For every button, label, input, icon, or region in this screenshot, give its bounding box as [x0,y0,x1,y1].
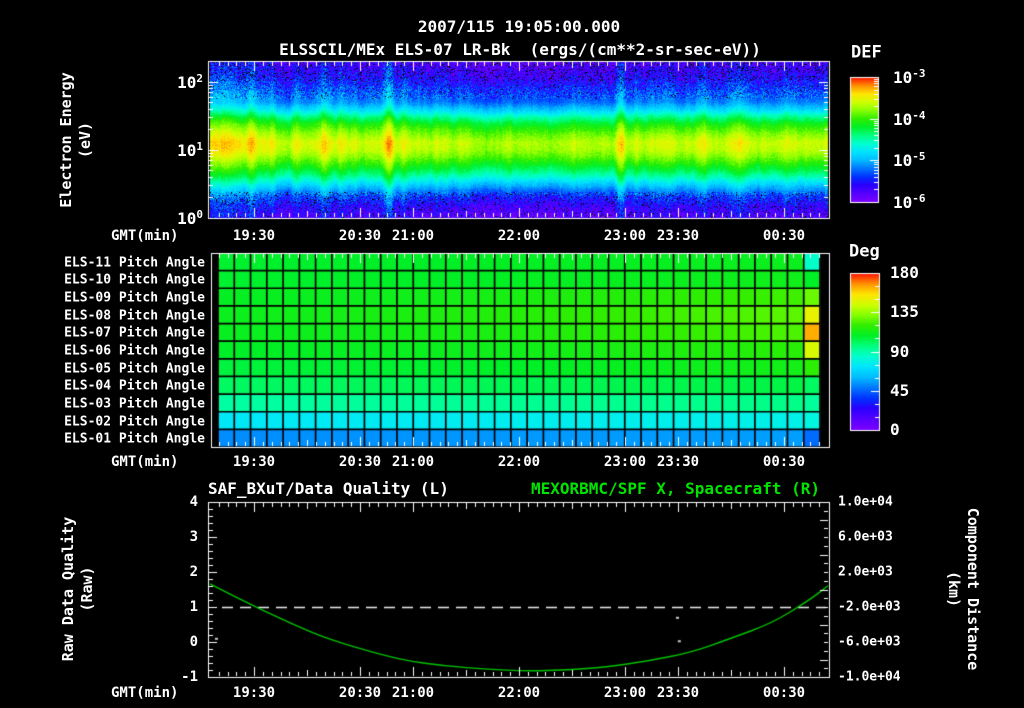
pitch-row-label: ELS-04 Pitch Angle [64,378,205,394]
pitch-row-label: ELS-02 Pitch Angle [64,414,205,430]
time-tick-label-top: 20:30 [338,228,382,244]
raw-quality-tick-label: 3 [189,529,198,545]
bottom-left-series-title: SAF_BXuT/Data Quality (L) [208,479,449,498]
spectrogram-y-axis-label-line1: Electron Energy [57,72,75,208]
raw-quality-tick-label: 1 [189,599,198,615]
spectrogram-ytick-label: 100 [177,207,203,229]
time-tick-label-middle: 00:30 [762,454,806,470]
header-datetime: 2007/115 19:05:00.000 [417,17,621,36]
component-distance-label-line1: Component Distance [964,507,982,671]
time-tick-label-bottom: 22:00 [497,685,541,701]
spectrogram-ytick-label: 101 [177,139,203,161]
time-tick-label-middle: 23:00 [603,454,647,470]
distance-tick-label: 6.0e+03 [838,529,893,545]
distance-tick-label: 2.0e+03 [838,564,893,580]
time-tick-label-top: 23:30 [656,228,700,244]
gmt-axis-label-middle: GMT(min) [111,454,179,470]
time-tick-label-middle: 20:30 [338,454,382,470]
spectrogram-y-axis-label-line2: (eV) [76,121,94,159]
deg-colorbar-tick-label: 90 [890,342,910,361]
bottom-right-series-title: MEXORBMC/SPF X, Spacecraft (R) [531,479,820,498]
deg-colorbar-tick-label: 45 [890,381,910,400]
gmt-axis-label-top: GMT(min) [111,228,179,244]
time-tick-label-middle: 22:00 [497,454,541,470]
raw-quality-label-line1: Raw Data Quality [59,516,77,662]
spectrogram-ytick-label: 102 [177,71,203,93]
time-tick-label-bottom: 19:30 [232,685,276,701]
distance-tick-label: -2.0e+03 [838,599,901,615]
pitch-row-label: ELS-09 Pitch Angle [64,290,205,306]
raw-quality-y-axis-label: Raw Data Quality (Raw) [59,517,97,662]
component-distance-y-axis-label: Component Distance (km) [944,508,982,671]
time-tick-label-middle: 21:00 [391,454,435,470]
def-colorbar-tick-label: 10-4 [893,108,926,130]
deg-colorbar-tick-label: 180 [890,263,919,282]
time-tick-label-bottom: 21:00 [391,685,435,701]
raw-quality-tick-label: 4 [189,494,198,510]
time-tick-label-middle: 19:30 [232,454,276,470]
deg-colorbar-tick-label: 135 [890,302,919,321]
time-tick-label-top: 00:30 [762,228,806,244]
pitch-row-label: ELS-07 Pitch Angle [64,325,205,341]
pitch-row-label: ELS-10 Pitch Angle [64,272,205,288]
time-tick-label-top: 19:30 [232,228,276,244]
els-science-display: 2007/115 19:05:00.000 ELSSCIL/MEx ELS-07… [0,0,1024,708]
def-colorbar-tick-label: 10-6 [893,191,926,213]
time-tick-label-top: 21:00 [391,228,435,244]
time-tick-label-bottom: 23:30 [656,685,700,701]
time-tick-label-top: 22:00 [497,228,541,244]
gmt-axis-label-bottom: GMT(min) [111,685,179,701]
time-tick-label-bottom: 20:30 [338,685,382,701]
deg-colorbar-title: Deg [849,241,880,262]
time-tick-label-middle: 23:30 [656,454,700,470]
deg-colorbar-tick-label: 0 [890,420,900,439]
raw-quality-tick-label: 0 [189,634,198,650]
spectrogram-y-axis-label: Electron Energy (eV) [57,72,95,207]
pitch-row-label: ELS-08 Pitch Angle [64,308,205,324]
pitch-row-label: ELS-06 Pitch Angle [64,343,205,359]
def-colorbar-title: DEF [851,42,882,63]
distance-tick-label: 1.0e+04 [838,494,893,510]
time-tick-label-bottom: 23:00 [603,685,647,701]
pitch-row-label: ELS-03 Pitch Angle [64,396,205,412]
component-distance-label-line2: (km) [945,570,963,608]
header-instrument-title: ELSSCIL/MEx ELS-07 LR-Bk (ergs/(cm**2-sr… [279,40,761,59]
pitch-row-label: ELS-05 Pitch Angle [64,361,205,377]
time-tick-label-top: 23:00 [603,228,647,244]
raw-quality-tick-label: 2 [189,564,198,580]
pitch-row-label: ELS-01 Pitch Angle [64,431,205,447]
def-colorbar-tick-label: 10-5 [893,149,926,171]
time-tick-label-bottom: 00:30 [762,685,806,701]
pitch-row-label: ELS-11 Pitch Angle [64,255,205,271]
raw-quality-tick-label: -1 [181,669,198,685]
def-colorbar-tick-label: 10-3 [893,66,926,88]
raw-quality-label-line2: (Raw) [78,566,96,612]
distance-tick-label: -1.0e+04 [838,669,901,685]
distance-tick-label: -6.0e+03 [838,634,901,650]
